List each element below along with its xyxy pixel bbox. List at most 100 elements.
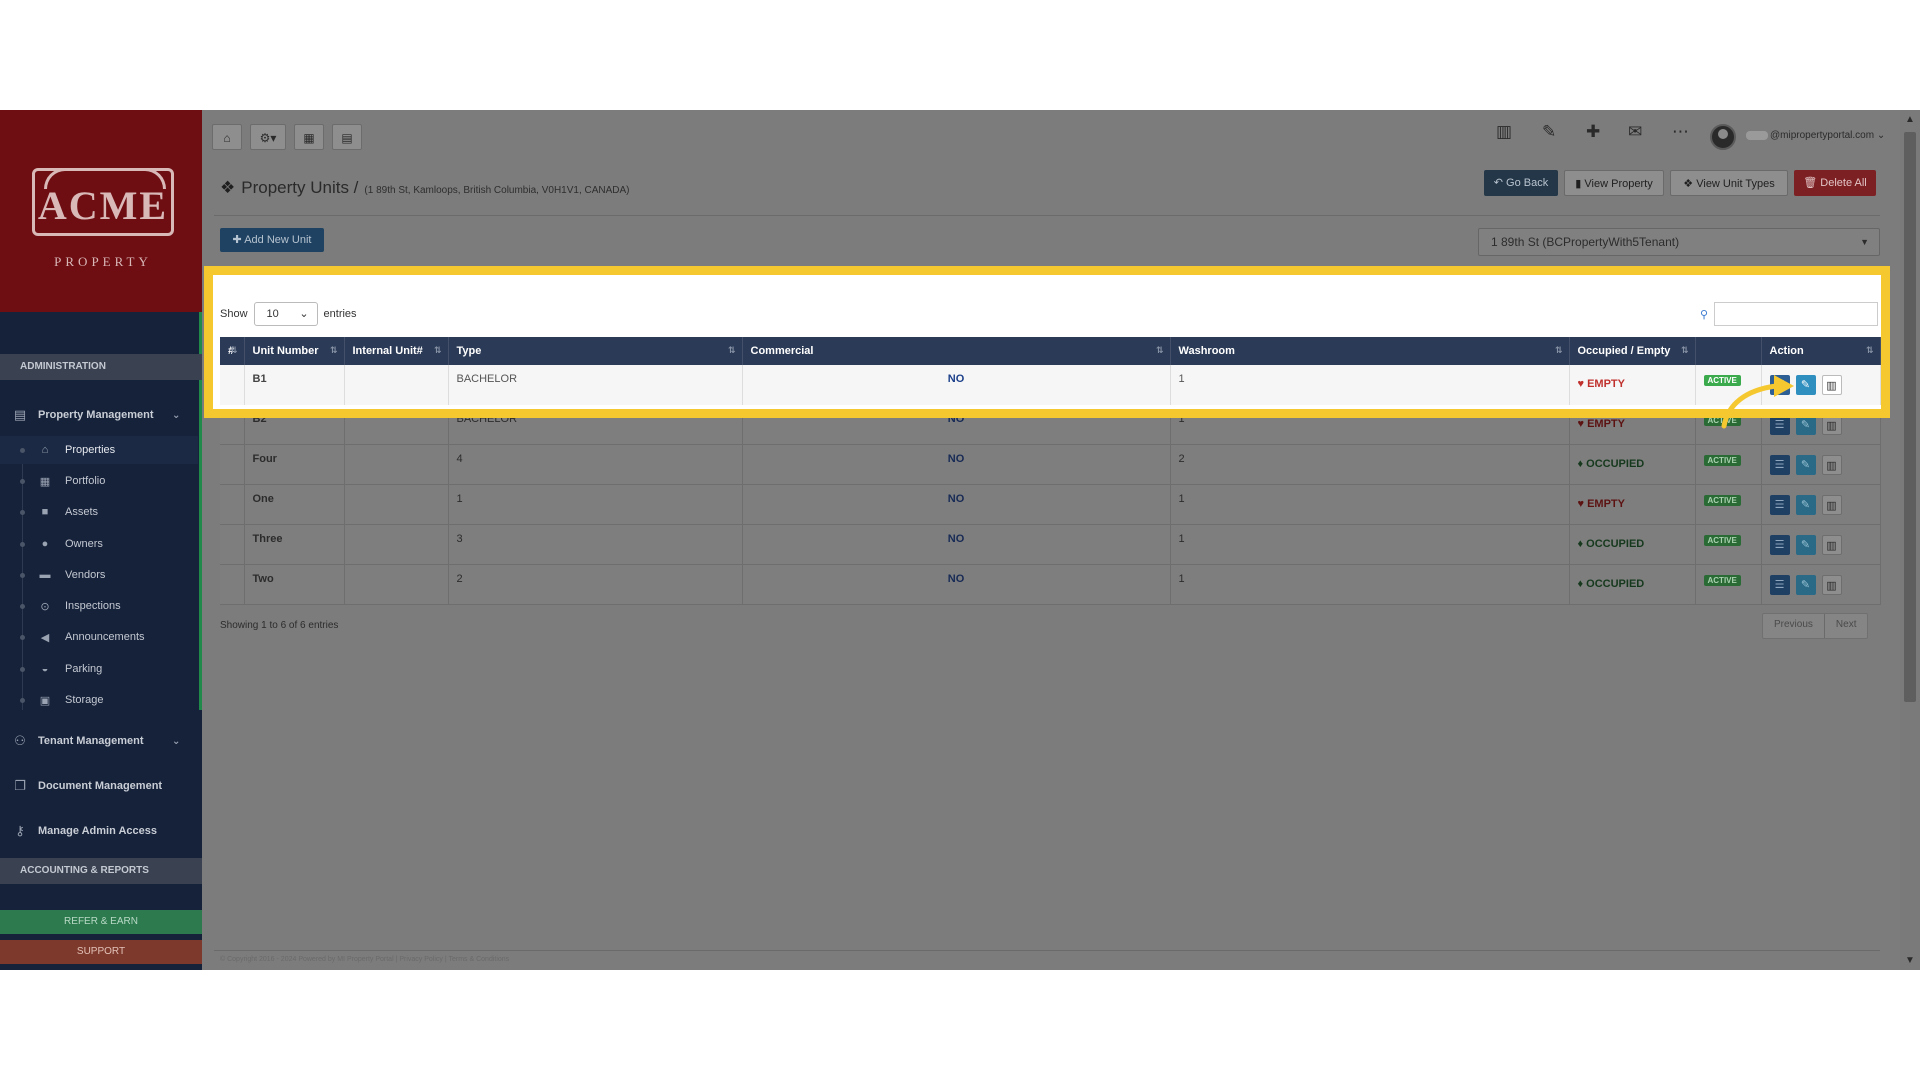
col-occupied[interactable]: Occupied / Empty⇅ xyxy=(1569,337,1696,365)
truck-icon: ▬ xyxy=(39,569,51,581)
user-menu[interactable]: @mipropertyportal.com ⌄ xyxy=(1746,130,1885,141)
scroll-thumb[interactable] xyxy=(1904,132,1916,702)
cell-internal-unit xyxy=(344,365,449,405)
logo-subtext: PROPERTY xyxy=(54,254,152,269)
app-window: ACME PROPERTY ADMINISTRATION ▤ Property … xyxy=(0,110,1920,970)
sidebar: ACME PROPERTY ADMINISTRATION ▤ Property … xyxy=(0,110,202,970)
col-commercial[interactable]: Commercial⇅ xyxy=(742,337,1171,365)
scrollbar[interactable]: ▲ ▼ xyxy=(1900,110,1920,970)
cell-internal-unit xyxy=(344,524,449,565)
col-action[interactable]: Action⇅ xyxy=(1761,337,1881,365)
entries-select[interactable]: 10⌄ xyxy=(253,302,318,326)
storage-icon: ▣ xyxy=(39,694,51,707)
home-button[interactable]: ⌂ xyxy=(212,124,242,150)
sidebar-item-properties[interactable]: ⌂ Properties xyxy=(0,436,198,464)
previous-button[interactable]: Previous xyxy=(1763,614,1824,638)
envelope-icon[interactable]: ✉ xyxy=(1628,122,1642,142)
view-unit-types-button[interactable]: ❖ View Unit Types xyxy=(1670,170,1788,196)
sidebar-item-storage[interactable]: ▣ Storage xyxy=(0,686,198,714)
table-row: Three 3 NO 1 ♦ OCCUPIED ACTIVE ☰ ✎ ▥ xyxy=(220,524,1881,565)
col-num[interactable]: #⇅ xyxy=(220,337,245,365)
add-new-unit-button[interactable]: ✚ Add New Unit xyxy=(220,228,324,252)
report-button[interactable]: ▥ xyxy=(1821,454,1842,475)
wrench-icon[interactable]: ✎ xyxy=(1542,122,1556,142)
pencil-icon: ✎ xyxy=(1800,498,1811,511)
calendar-icon: ▦ xyxy=(303,131,315,145)
cell-action: ☰ ✎ ▥ xyxy=(1761,365,1881,405)
view-button[interactable]: ☰ xyxy=(1769,534,1790,555)
report-button[interactable]: ▥ xyxy=(1821,494,1842,515)
cell-status: ♦ OCCUPIED xyxy=(1569,564,1696,605)
cell-num xyxy=(220,564,245,605)
sidebar-item-owners[interactable]: ● Owners xyxy=(0,530,198,558)
pencil-icon: ✎ xyxy=(1800,578,1811,591)
section-accounting-reports[interactable]: ACCOUNTING & REPORTS xyxy=(0,858,202,884)
cell-internal-unit xyxy=(344,564,449,605)
more-icon[interactable]: ⋯ xyxy=(1672,122,1689,142)
col-internal-unit[interactable]: Internal Unit#⇅ xyxy=(344,337,449,365)
table-info: Showing 1 to 6 of 6 entries xyxy=(220,620,339,631)
view-button[interactable]: ☰ xyxy=(1769,454,1790,475)
go-back-button[interactable]: ↶ Go Back xyxy=(1484,170,1558,196)
sidebar-item-announcements[interactable]: ◀ Announcements xyxy=(0,623,198,651)
nav-tenant-management[interactable]: ⚇ Tenant Management ⌄ xyxy=(12,733,180,749)
edit-button[interactable]: ✎ xyxy=(1795,494,1816,515)
cell-status: ♥ EMPTY xyxy=(1569,484,1696,525)
cell-status: ♦ OCCUPIED xyxy=(1569,444,1696,485)
bar-chart-icon[interactable]: ▥ xyxy=(1496,122,1512,142)
plus-icon[interactable]: ✚ xyxy=(1586,122,1600,142)
sidebar-item-portfolio[interactable]: ▦ Portfolio xyxy=(0,467,198,495)
nav-property-management[interactable]: ▤ Property Management ⌄ xyxy=(12,407,181,423)
pencil-icon: ✎ xyxy=(1800,418,1811,431)
page-title: ❖ Property Units / (1 89th St, Kamloops,… xyxy=(220,178,630,198)
report-button[interactable]: ▥ xyxy=(1821,574,1842,595)
settings-button[interactable]: ⚙▾ xyxy=(250,124,286,150)
sidebar-item-assets[interactable]: ■ Assets xyxy=(0,498,198,526)
report-button[interactable]: ▥ xyxy=(1821,375,1842,395)
view-button[interactable]: ☰ xyxy=(1769,574,1790,595)
view-button[interactable]: ☰ xyxy=(1769,494,1790,515)
table-search-highlighted: ⚲ xyxy=(1700,302,1879,326)
sidebar-item-label: Vendors xyxy=(65,569,106,581)
report-button[interactable]: ▥ xyxy=(1821,534,1842,555)
refer-earn-button[interactable]: REFER & EARN xyxy=(0,910,202,934)
property-select[interactable]: 1 89th St (BCPropertyWith5Tenant) ▼ xyxy=(1478,228,1880,256)
sort-icon: ⇅ xyxy=(1680,345,1689,355)
view-property-button[interactable]: ▮ View Property xyxy=(1564,170,1664,196)
edit-button[interactable]: ✎ xyxy=(1795,574,1816,595)
nav-manage-admin-access[interactable]: ⚷ Manage Admin Access xyxy=(12,823,157,839)
cell-active: ACTIVE xyxy=(1695,365,1762,405)
scroll-down-icon[interactable]: ▼ xyxy=(1905,955,1915,966)
sidebar-item-inspections[interactable]: ⊙ Inspections xyxy=(0,592,198,620)
support-button[interactable]: SUPPORT xyxy=(0,940,202,964)
pagination: Previous Next xyxy=(1762,613,1869,639)
sidebar-item-vendors[interactable]: ▬ Vendors xyxy=(0,561,198,589)
status-badge: ♦ OCCUPIED xyxy=(1577,537,1645,550)
view-button[interactable]: ☰ xyxy=(1769,375,1790,395)
delete-all-button[interactable]: 🗑 Delete All xyxy=(1794,170,1876,196)
calculator-button[interactable]: ▤ xyxy=(332,124,362,150)
search-input[interactable] xyxy=(1714,302,1879,326)
calendar-button[interactable]: ▦ xyxy=(294,124,324,150)
cell-unit-number: Three xyxy=(244,524,345,565)
edit-button[interactable]: ✎ xyxy=(1795,454,1816,475)
brand-logo[interactable]: ACME PROPERTY xyxy=(0,110,202,312)
sidebar-item-parking[interactable]: ◒ Parking xyxy=(0,655,198,683)
col-type[interactable]: Type⇅ xyxy=(448,337,743,365)
avatar[interactable] xyxy=(1710,124,1736,150)
nav-label: Tenant Management xyxy=(38,735,144,747)
chevron-down-icon: ⌄ xyxy=(299,308,309,320)
nav-document-management[interactable]: ❐ Document Management xyxy=(12,778,162,794)
col-unit-number[interactable]: Unit Number⇅ xyxy=(244,337,345,365)
edit-button[interactable]: ✎ xyxy=(1795,534,1816,555)
documents-icon: ❐ xyxy=(14,778,26,793)
col-washroom[interactable]: Washroom⇅ xyxy=(1170,337,1570,365)
list-icon: ☰ xyxy=(1774,379,1785,391)
units-table-highlighted: # ⇅ Unit Number ⇅ Internal Unit# ⇅ Type ⇅ Co… xyxy=(220,337,1881,405)
scroll-up-icon[interactable]: ▲ xyxy=(1905,114,1915,125)
thumbs-up-icon: ♦ xyxy=(1577,577,1587,590)
edit-button[interactable]: ✎ xyxy=(1795,375,1816,395)
email-redacted xyxy=(1746,130,1768,140)
next-button[interactable]: Next xyxy=(1825,614,1868,638)
status-badge: ♦ OCCUPIED xyxy=(1577,577,1645,590)
